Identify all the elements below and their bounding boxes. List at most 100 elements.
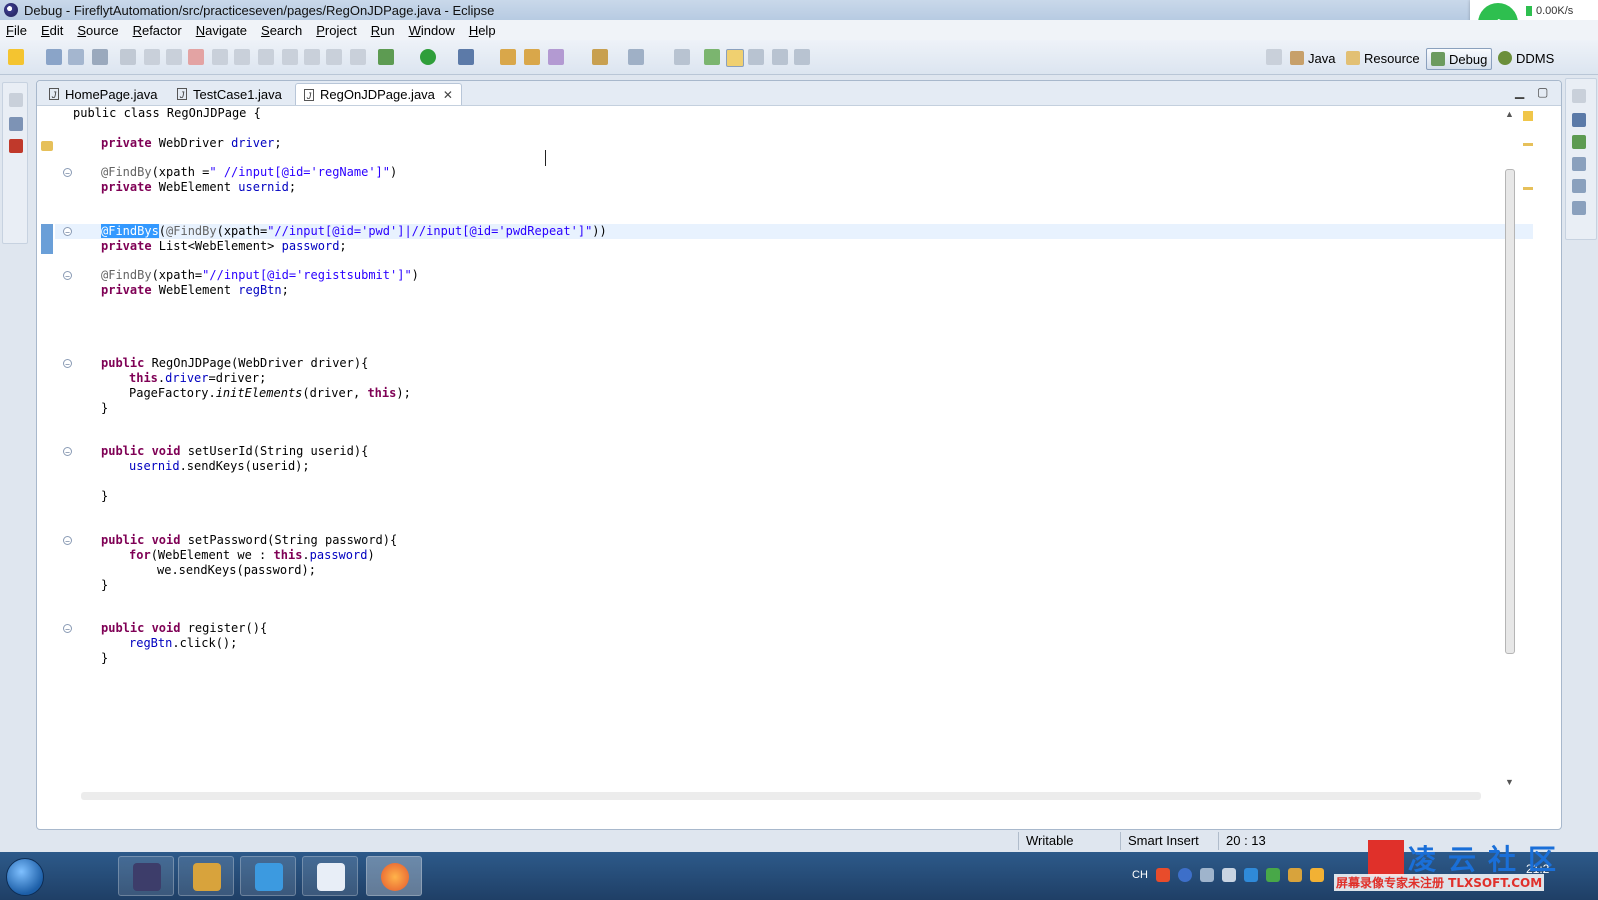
overview-marker[interactable] (1523, 187, 1533, 190)
taskbar-app-notes[interactable] (240, 856, 296, 896)
run-icon[interactable] (420, 49, 436, 65)
qq-tray-icon[interactable] (1287, 868, 1302, 882)
perspective-ddms[interactable]: DDMS (1498, 48, 1554, 68)
tray-expand-icon[interactable] (1199, 868, 1214, 882)
open-resource-icon[interactable] (524, 49, 540, 65)
input-method-icon[interactable] (1155, 868, 1170, 882)
tray-language[interactable]: CH (1132, 869, 1148, 881)
pin-editor-icon[interactable] (674, 49, 690, 65)
variables-icon[interactable] (1572, 135, 1586, 149)
horizontal-scrollbar[interactable] (77, 789, 1493, 803)
coverage-icon[interactable] (458, 49, 474, 65)
breakpoints-view-icon[interactable] (1572, 157, 1586, 171)
save-all-icon[interactable] (68, 49, 84, 65)
tab-homepage[interactable]: J HomePage.java (41, 83, 166, 105)
step-return-icon[interactable] (258, 49, 274, 65)
print-icon[interactable] (92, 49, 108, 65)
outline-icon[interactable] (1572, 113, 1586, 127)
breakpoint-icon[interactable] (704, 49, 720, 65)
skip-breakpoints-icon[interactable] (120, 49, 136, 65)
menu-help[interactable]: Help (463, 23, 502, 38)
editor-gutter[interactable] (37, 106, 55, 786)
save-icon[interactable] (46, 49, 62, 65)
java-perspective-icon (1290, 51, 1304, 65)
fold-icon[interactable]: − (63, 227, 72, 237)
restore-icon[interactable] (9, 93, 23, 107)
menu-source[interactable]: Source (71, 23, 124, 38)
fold-icon[interactable]: − (63, 168, 72, 178)
forward-icon[interactable] (628, 49, 644, 65)
security-icon[interactable] (1265, 868, 1280, 882)
expressions-icon[interactable] (1572, 179, 1586, 193)
fold-icon[interactable]: − (63, 624, 72, 634)
perspective-java[interactable]: Java (1290, 48, 1335, 68)
show-whitespace-icon[interactable] (772, 49, 788, 65)
taskbar-app-qq[interactable] (178, 856, 234, 896)
debug-view-icon[interactable] (9, 117, 23, 131)
drop-to-frame-icon[interactable] (282, 49, 298, 65)
menu-run[interactable]: Run (365, 23, 401, 38)
search-tool-icon[interactable] (548, 49, 564, 65)
menu-window[interactable]: Window (403, 23, 461, 38)
help-icon[interactable] (1177, 868, 1192, 882)
taskbar-app-eclipse[interactable] (118, 856, 174, 896)
toggle-icon[interactable] (326, 49, 342, 65)
browser-tray-icon[interactable] (1243, 868, 1258, 882)
perspective-debug[interactable]: Debug (1426, 48, 1493, 70)
overview-warning-icon[interactable] (1523, 111, 1533, 121)
horizontal-scroll-thumb[interactable] (81, 792, 1481, 800)
open-perspective-icon[interactable] (1266, 49, 1282, 65)
code-line: public RegOnJDPage(WebDriver driver){ (101, 356, 369, 370)
paragraph-icon[interactable] (794, 49, 810, 65)
menu-file[interactable]: File (0, 23, 33, 38)
menu-refactor[interactable]: Refactor (127, 23, 188, 38)
highlight-icon[interactable] (726, 49, 744, 67)
step-over-icon[interactable] (234, 49, 250, 65)
fold-icon[interactable]: − (63, 271, 72, 281)
console-icon[interactable] (1572, 201, 1586, 215)
code-line: usernid.sendKeys(userid); (129, 459, 310, 473)
back-icon[interactable] (592, 49, 608, 65)
package-explorer-icon[interactable] (9, 139, 23, 153)
perspective-resource[interactable]: Resource (1346, 48, 1420, 68)
menu-edit[interactable]: Edit (35, 23, 69, 38)
vertical-scrollbar[interactable]: ▲ ▼ (1503, 109, 1517, 789)
resume-icon[interactable] (144, 49, 160, 65)
taskbar-app-chat[interactable] (302, 856, 358, 896)
scroll-up-icon[interactable]: ▲ (1505, 109, 1514, 119)
menu-navigate[interactable]: Navigate (190, 23, 253, 38)
menu-project[interactable]: Project (310, 23, 362, 38)
taskbar-app-firefox[interactable] (366, 856, 422, 896)
app-tray-icon[interactable] (1309, 868, 1324, 882)
terminate-icon[interactable] (188, 49, 204, 65)
use-step-filters-icon[interactable] (304, 49, 320, 65)
open-type-icon[interactable] (350, 49, 366, 65)
start-button-icon[interactable] (6, 858, 44, 896)
scroll-thumb[interactable] (1505, 169, 1515, 654)
overview-marker[interactable] (1523, 143, 1533, 146)
tab-testcase1[interactable]: J TestCase1.java (169, 83, 290, 105)
fold-icon[interactable]: − (63, 536, 72, 546)
close-icon[interactable]: ✕ (443, 88, 453, 102)
tab-regonjdpage[interactable]: J RegOnJDPage.java ✕ (295, 83, 462, 105)
fold-icon[interactable]: − (63, 447, 72, 457)
step-into-icon[interactable] (212, 49, 228, 65)
block-selection-icon[interactable] (748, 49, 764, 65)
code-line: private List<WebElement> password; (101, 239, 347, 253)
code-editor[interactable]: public class RegOnJDPage { private WebDr… (55, 106, 1537, 791)
warning-icon[interactable] (41, 141, 53, 151)
new-icon[interactable] (8, 49, 24, 65)
fold-icon[interactable]: − (63, 359, 72, 369)
minimize-icon[interactable]: ▁ (1515, 85, 1524, 99)
menu-search[interactable]: Search (255, 23, 308, 38)
suspend-icon[interactable] (166, 49, 182, 65)
restore-right-icon[interactable] (1572, 89, 1586, 103)
open-folder-icon[interactable] (500, 49, 516, 65)
network-tray-icon[interactable] (1221, 868, 1236, 882)
scroll-down-icon[interactable]: ▼ (1505, 777, 1514, 787)
maximize-icon[interactable]: ▢ (1537, 85, 1548, 99)
overview-ruler[interactable] (1521, 109, 1535, 789)
debug-icon[interactable] (378, 49, 394, 65)
window-title-bar[interactable]: Debug - FireflytAutomation/src/practices… (0, 0, 1598, 20)
java-file-icon: J (177, 88, 187, 100)
